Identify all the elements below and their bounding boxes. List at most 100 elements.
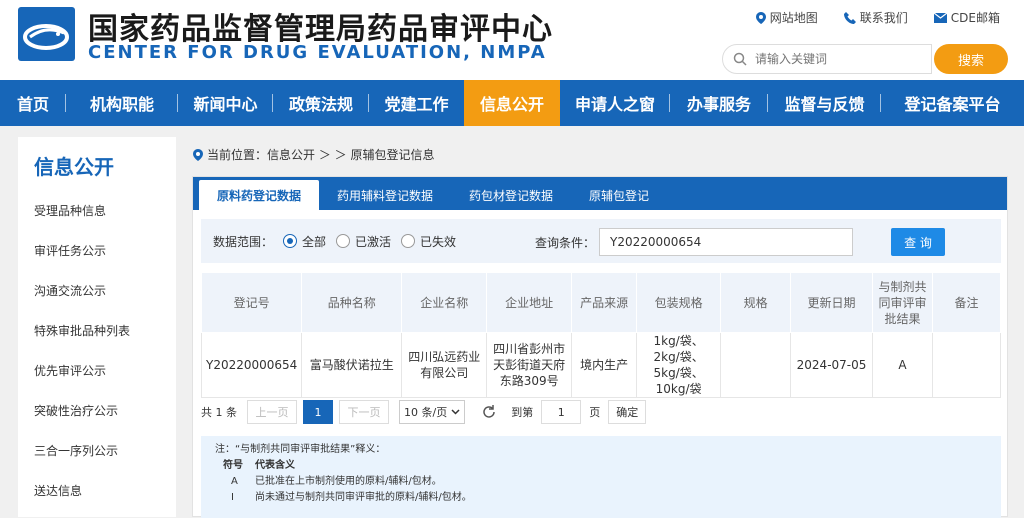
radio-expired-dot — [401, 234, 416, 248]
nav-item-functions[interactable]: 机构职能 — [66, 80, 178, 126]
mail-link[interactable]: CDE邮箱 — [933, 9, 1000, 26]
sidebar: 信息公开 受理品种信息 审评任务公示 沟通交流公示 特殊审批品种列表 优先审评公… — [18, 137, 176, 517]
tab-packaging-registration[interactable]: 药包材登记数据 — [451, 180, 571, 210]
tab-api-registration[interactable]: 原料药登记数据 — [199, 180, 320, 210]
sitemap-link[interactable]: 网站地图 — [755, 9, 818, 26]
table-header-row: 登记号 品种名称 企业名称 企业地址 产品来源 包装规格 规格 更新日期 与制剂… — [200, 272, 1002, 333]
site-search-input[interactable] — [755, 52, 915, 66]
radio-all-dot — [283, 234, 298, 248]
col-remark: 备注 — [931, 272, 1002, 333]
nav-item-services[interactable]: 办事服务 — [670, 80, 768, 126]
location-pin-icon — [193, 148, 203, 161]
query-button[interactable]: 查 询 — [891, 228, 945, 256]
note-symbol: I — [231, 492, 234, 503]
range-label: 数据范围： — [213, 234, 274, 249]
prev-page-button[interactable]: 上一页 — [247, 400, 297, 424]
col-spec: 规格 — [720, 272, 792, 333]
note-header: 符号 代表含义 — [215, 458, 1001, 474]
page-size-select[interactable]: 10 条/页 — [399, 400, 466, 424]
data-tabs: 原料药登记数据 药用辅料登记数据 药包材登记数据 原辅包登记 — [193, 177, 1007, 210]
query-label: 查询条件： — [535, 236, 596, 250]
nav-item-news[interactable]: 新闻中心 — [178, 80, 273, 126]
radio-active[interactable]: 已激活 — [336, 233, 391, 250]
cell-packaging: 1kg/袋、2kg/袋、5kg/袋、10kg/袋 — [636, 332, 722, 398]
goto-confirm-button[interactable]: 确定 — [608, 400, 647, 424]
site-search-button[interactable]: 搜索 — [934, 44, 1008, 74]
sidebar-item-review-tasks[interactable]: 审评任务公示 — [18, 231, 176, 271]
pagination-total: 共 1 条 — [201, 406, 237, 419]
mail-link-label: CDE邮箱 — [950, 11, 1000, 25]
breadcrumb: 当前位置：信息公开 ＞ ＞ 原辅包登记信息 — [193, 146, 434, 163]
col-product-name: 品种名称 — [301, 272, 403, 333]
note-meaning: 已批准在上市制剂使用的原料/辅料/包材。 — [255, 476, 442, 487]
tab-raw-material-registration[interactable]: 原辅包登记 — [571, 180, 667, 210]
radio-all[interactable]: 全部 — [283, 233, 326, 250]
nav-item-home[interactable]: 首页 — [0, 80, 66, 126]
site-search — [722, 44, 932, 74]
filter-bar: 数据范围： 全部 已激活 已失效 查询条件： Y20220000654 查 询 — [201, 219, 1001, 263]
location-pin-icon — [755, 11, 766, 24]
page-unit: 页 — [589, 406, 601, 419]
sidebar-item-accepted[interactable]: 受理品种信息 — [18, 191, 176, 231]
cell-address: 四川省彭州市天彭街道天府东路309号 — [486, 332, 573, 398]
cell-reg-no: Y20220000654 — [200, 332, 303, 398]
site-header: 国家药品监督管理局药品审评中心 CENTER FOR DRUG EVALUATI… — [0, 0, 1024, 80]
sidebar-item-delivery[interactable]: 送达信息 — [18, 471, 176, 511]
nav-item-party[interactable]: 党建工作 — [369, 80, 464, 126]
note-row: I 尚未通过与制剂共同审评审批的原料/辅料/包材。 — [215, 490, 1001, 506]
cell-company: 四川弘远药业有限公司 — [401, 332, 488, 398]
legend-note: 注：“与制剂共同审评审批结果”释义： 符号 代表含义 A 已批准在上市制剂使用的… — [201, 436, 1001, 518]
radio-expired-label: 已失效 — [420, 234, 457, 249]
col-source: 产品来源 — [571, 272, 638, 333]
sidebar-item-communication[interactable]: 沟通交流公示 — [18, 271, 176, 311]
nav-item-registration[interactable]: 登记备案平台 — [881, 80, 1024, 126]
page-1-button[interactable]: 1 — [303, 400, 333, 424]
col-company: 企业名称 — [401, 272, 488, 333]
next-page-button[interactable]: 下一页 — [339, 400, 389, 424]
site-logo[interactable] — [18, 7, 75, 61]
cell-product-name: 富马酸伏诺拉生 — [301, 332, 403, 398]
site-title-en: CENTER FOR DRUG EVALUATION, NMPA — [88, 42, 547, 63]
main-nav: 首页 机构职能 新闻中心 政策法规 党建工作 信息公开 申请人之窗 办事服务 监… — [0, 80, 1024, 126]
note-header-symbol: 符号 — [223, 460, 243, 471]
sidebar-item-breakthrough[interactable]: 突破性治疗公示 — [18, 391, 176, 431]
phone-icon — [843, 11, 856, 24]
nav-item-policy[interactable]: 政策法规 — [273, 80, 369, 126]
query-input[interactable]: Y20220000654 — [599, 228, 853, 256]
sidebar-item-priority-review[interactable]: 优先审评公示 — [18, 351, 176, 391]
sidebar-item-three-in-one[interactable]: 三合一序列公示 — [18, 431, 176, 471]
col-address: 企业地址 — [486, 272, 573, 333]
goto-page-input[interactable]: 1 — [541, 400, 582, 424]
col-reg-no: 登记号 — [200, 272, 303, 333]
note-header-meaning: 代表含义 — [255, 460, 295, 471]
note-meaning: 尚未通过与制剂共同审评审批的原料/辅料/包材。 — [255, 492, 472, 503]
mail-icon — [933, 12, 947, 23]
cell-joint-review: A — [872, 332, 933, 398]
nav-item-feedback[interactable]: 监督与反馈 — [768, 80, 881, 126]
sitemap-link-label: 网站地图 — [769, 11, 818, 25]
table-row[interactable]: Y20220000654 富马酸伏诺拉生 四川弘远药业有限公司 四川省彭州市天彭… — [200, 332, 1002, 398]
col-packaging: 包装规格 — [636, 272, 722, 333]
radio-expired[interactable]: 已失效 — [401, 233, 456, 250]
cell-source: 境内生产 — [571, 332, 638, 398]
tab-excipient-registration[interactable]: 药用辅料登记数据 — [319, 180, 451, 210]
sidebar-title: 信息公开 — [34, 155, 114, 179]
note-row: A 已批准在上市制剂使用的原料/辅料/包材。 — [215, 474, 1001, 490]
contact-link-label: 联系我们 — [859, 11, 908, 25]
cell-remark — [931, 332, 1002, 398]
cell-update-date: 2024-07-05 — [790, 332, 874, 398]
radio-active-dot — [336, 234, 351, 248]
top-links: 网站地图 联系我们 CDE邮箱 — [755, 9, 1000, 26]
page-size-value: 10 条/页 — [404, 406, 448, 419]
refresh-icon[interactable] — [481, 404, 497, 420]
pagination: 共 1 条 上一页 1 下一页 10 条/页 到第 1 页 确定 — [201, 399, 1001, 425]
col-update-date: 更新日期 — [790, 272, 874, 333]
sidebar-item-special-approval[interactable]: 特殊审批品种列表 — [18, 311, 176, 351]
radio-all-label: 全部 — [302, 234, 327, 249]
cell-spec — [720, 332, 792, 398]
nav-item-applicant[interactable]: 申请人之窗 — [560, 80, 670, 126]
registration-table: 登记号 品种名称 企业名称 企业地址 产品来源 包装规格 规格 更新日期 与制剂… — [200, 272, 1002, 398]
nav-item-info-disclosure[interactable]: 信息公开 — [464, 80, 560, 126]
logo-emblem-icon — [23, 24, 69, 50]
contact-link[interactable]: 联系我们 — [843, 9, 908, 26]
